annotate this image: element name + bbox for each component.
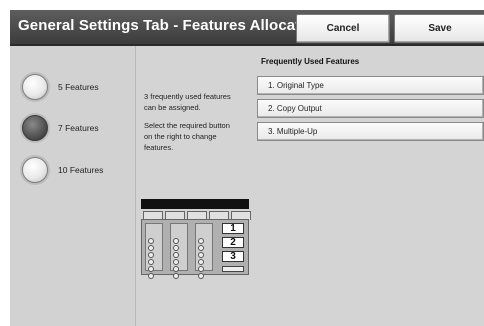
info-text-1: 3 frequently used features xyxy=(144,92,231,101)
feature-count-panel: 5 Features 7 Features 10 Features xyxy=(10,46,136,326)
dot xyxy=(173,273,179,279)
illustration-column xyxy=(145,223,163,279)
illustration-column xyxy=(195,223,213,279)
frequent-features-title: Frequently Used Features xyxy=(261,57,360,66)
illustration-dots xyxy=(173,238,179,280)
option-5-features[interactable]: 5 Features xyxy=(22,74,99,100)
dot xyxy=(173,259,179,265)
illustration-column xyxy=(170,223,188,279)
illustration-dots xyxy=(148,238,154,280)
illustration-dots xyxy=(198,238,204,280)
page-title: General Settings Tab - Features Allocati… xyxy=(18,17,324,34)
illustration-small-button xyxy=(222,266,244,272)
dot xyxy=(148,238,154,244)
dot xyxy=(173,266,179,272)
dot xyxy=(198,245,204,251)
dot xyxy=(148,252,154,258)
header-bar: General Settings Tab - Features Allocati… xyxy=(10,10,484,46)
dot xyxy=(148,259,154,265)
dot xyxy=(173,252,179,258)
cancel-button[interactable]: Cancel xyxy=(296,14,390,43)
illustration-number-1: 1 xyxy=(222,223,244,234)
option-7-features[interactable]: 7 Features xyxy=(22,115,99,141)
option-label: 10 Features xyxy=(58,165,104,175)
option-label: 5 Features xyxy=(58,82,99,92)
dot xyxy=(148,245,154,251)
dot xyxy=(198,252,204,258)
option-10-features[interactable]: 10 Features xyxy=(22,157,103,183)
dot xyxy=(198,273,204,279)
settings-screen: General Settings Tab - Features Allocati… xyxy=(10,10,484,326)
save-button[interactable]: Save xyxy=(394,14,484,43)
dot xyxy=(198,266,204,272)
dot xyxy=(198,259,204,265)
feature-button-3[interactable]: 3. Multiple-Up xyxy=(257,122,484,141)
info-text-2: can be assigned. xyxy=(144,103,201,112)
illustration-body: 1 2 3 xyxy=(141,219,249,279)
dot xyxy=(173,245,179,251)
info-text-3: Select the required button xyxy=(144,121,230,130)
radio-button-10-features[interactable] xyxy=(22,157,48,183)
illustration-number-3: 3 xyxy=(222,251,244,262)
dot xyxy=(173,238,179,244)
option-label: 7 Features xyxy=(58,123,99,133)
dot xyxy=(198,238,204,244)
radio-button-7-features[interactable] xyxy=(22,115,48,141)
info-text-4: on the right to change xyxy=(144,132,217,141)
feature-button-1[interactable]: 1. Original Type xyxy=(257,76,484,95)
info-text-5: features. xyxy=(144,143,174,152)
feature-button-2[interactable]: 2. Copy Output xyxy=(257,99,484,118)
illustration-header xyxy=(141,199,249,209)
illustration-number-2: 2 xyxy=(222,237,244,248)
radio-button-5-features[interactable] xyxy=(22,74,48,100)
panel-illustration: 1 2 3 xyxy=(141,199,251,279)
dot xyxy=(148,266,154,272)
dot xyxy=(148,273,154,279)
